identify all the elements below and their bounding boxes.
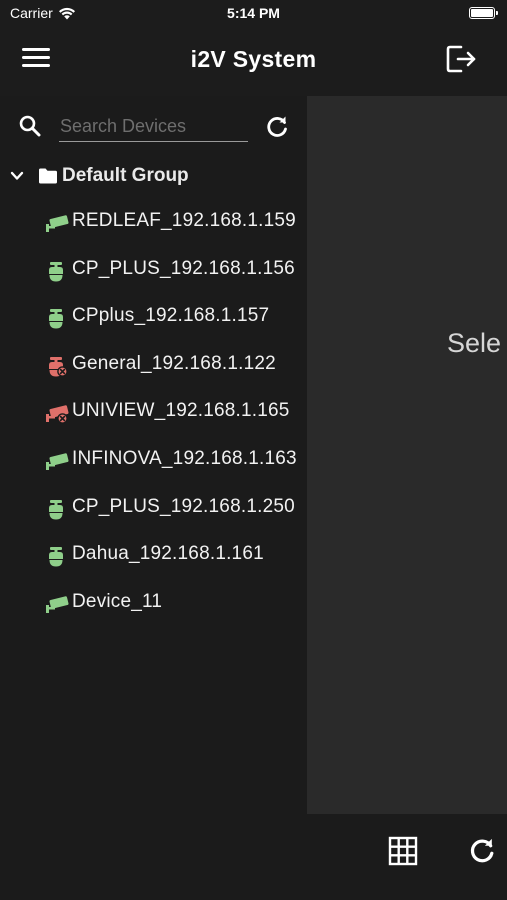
detail-placeholder-text: Sele	[447, 328, 502, 358]
device-label: CPplus_192.168.1.157	[72, 305, 270, 327]
device-row[interactable]: General_192.168.1.122	[0, 349, 307, 397]
device-row[interactable]: CPplus_192.168.1.157	[0, 301, 307, 349]
search-row	[0, 104, 307, 150]
device-row[interactable]: INFINOVA_192.168.1.163	[0, 444, 307, 492]
refresh-icon[interactable]	[264, 114, 290, 140]
search-input[interactable]	[59, 112, 248, 142]
device-row[interactable]: CP_PLUS_192.168.1.250	[0, 492, 307, 540]
device-row[interactable]: REDLEAF_192.168.1.159	[0, 206, 307, 254]
bullet-camera-offline-icon	[46, 405, 69, 425]
search-icon	[19, 115, 41, 137]
device-row[interactable]: CP_PLUS_192.168.1.156	[0, 254, 307, 302]
group-default[interactable]: Default Group	[0, 162, 307, 192]
group-label: Default Group	[62, 165, 189, 186]
grid-layout-icon[interactable]	[388, 836, 418, 866]
status-bar: Carrier 5:14 PM	[0, 0, 507, 28]
device-label: Device_11	[72, 590, 163, 612]
device-list: REDLEAF_192.168.1.159 CP_PLUS_192.168.1.…	[0, 206, 307, 634]
device-label: General_192.168.1.122	[72, 352, 276, 374]
ptz-camera-icon	[49, 499, 63, 520]
device-row[interactable]: Dahua_192.168.1.161	[0, 539, 307, 587]
device-label: CP_PLUS_192.168.1.156	[72, 257, 295, 279]
folder-icon	[39, 168, 57, 184]
device-label: INFINOVA_192.168.1.163	[72, 447, 297, 469]
battery-icon	[469, 7, 498, 19]
ptz-camera-icon	[49, 547, 63, 567]
bullet-camera-icon	[46, 453, 69, 470]
ptz-camera-icon	[49, 309, 63, 329]
device-label: Dahua_192.168.1.161	[72, 543, 264, 565]
device-label: REDLEAF_192.168.1.159	[72, 210, 296, 231]
ptz-camera-icon	[49, 261, 63, 282]
device-row[interactable]: UNIVIEW_192.168.1.165	[0, 396, 307, 444]
chevron-down-icon[interactable]	[9, 168, 25, 184]
nav-bar: i2V System	[0, 28, 507, 92]
ptz-camera-offline-icon	[49, 356, 68, 377]
bullet-camera-icon	[46, 215, 69, 232]
bullet-camera-icon	[46, 596, 69, 613]
device-row[interactable]: Device_11	[0, 587, 307, 635]
device-label: CP_PLUS_192.168.1.250	[72, 495, 295, 517]
page-title: i2V System	[190, 46, 317, 72]
device-sidebar: Default Group REDLEAF_192.168.1.159 CP_P…	[0, 96, 307, 900]
status-time: 5:14 PM	[227, 5, 280, 21]
detail-pane: Sele	[307, 96, 507, 814]
bottom-toolbar	[307, 814, 507, 900]
refresh-icon[interactable]	[467, 836, 497, 866]
logout-icon[interactable]	[445, 44, 479, 74]
device-label: UNIVIEW_192.168.1.165	[72, 400, 290, 422]
